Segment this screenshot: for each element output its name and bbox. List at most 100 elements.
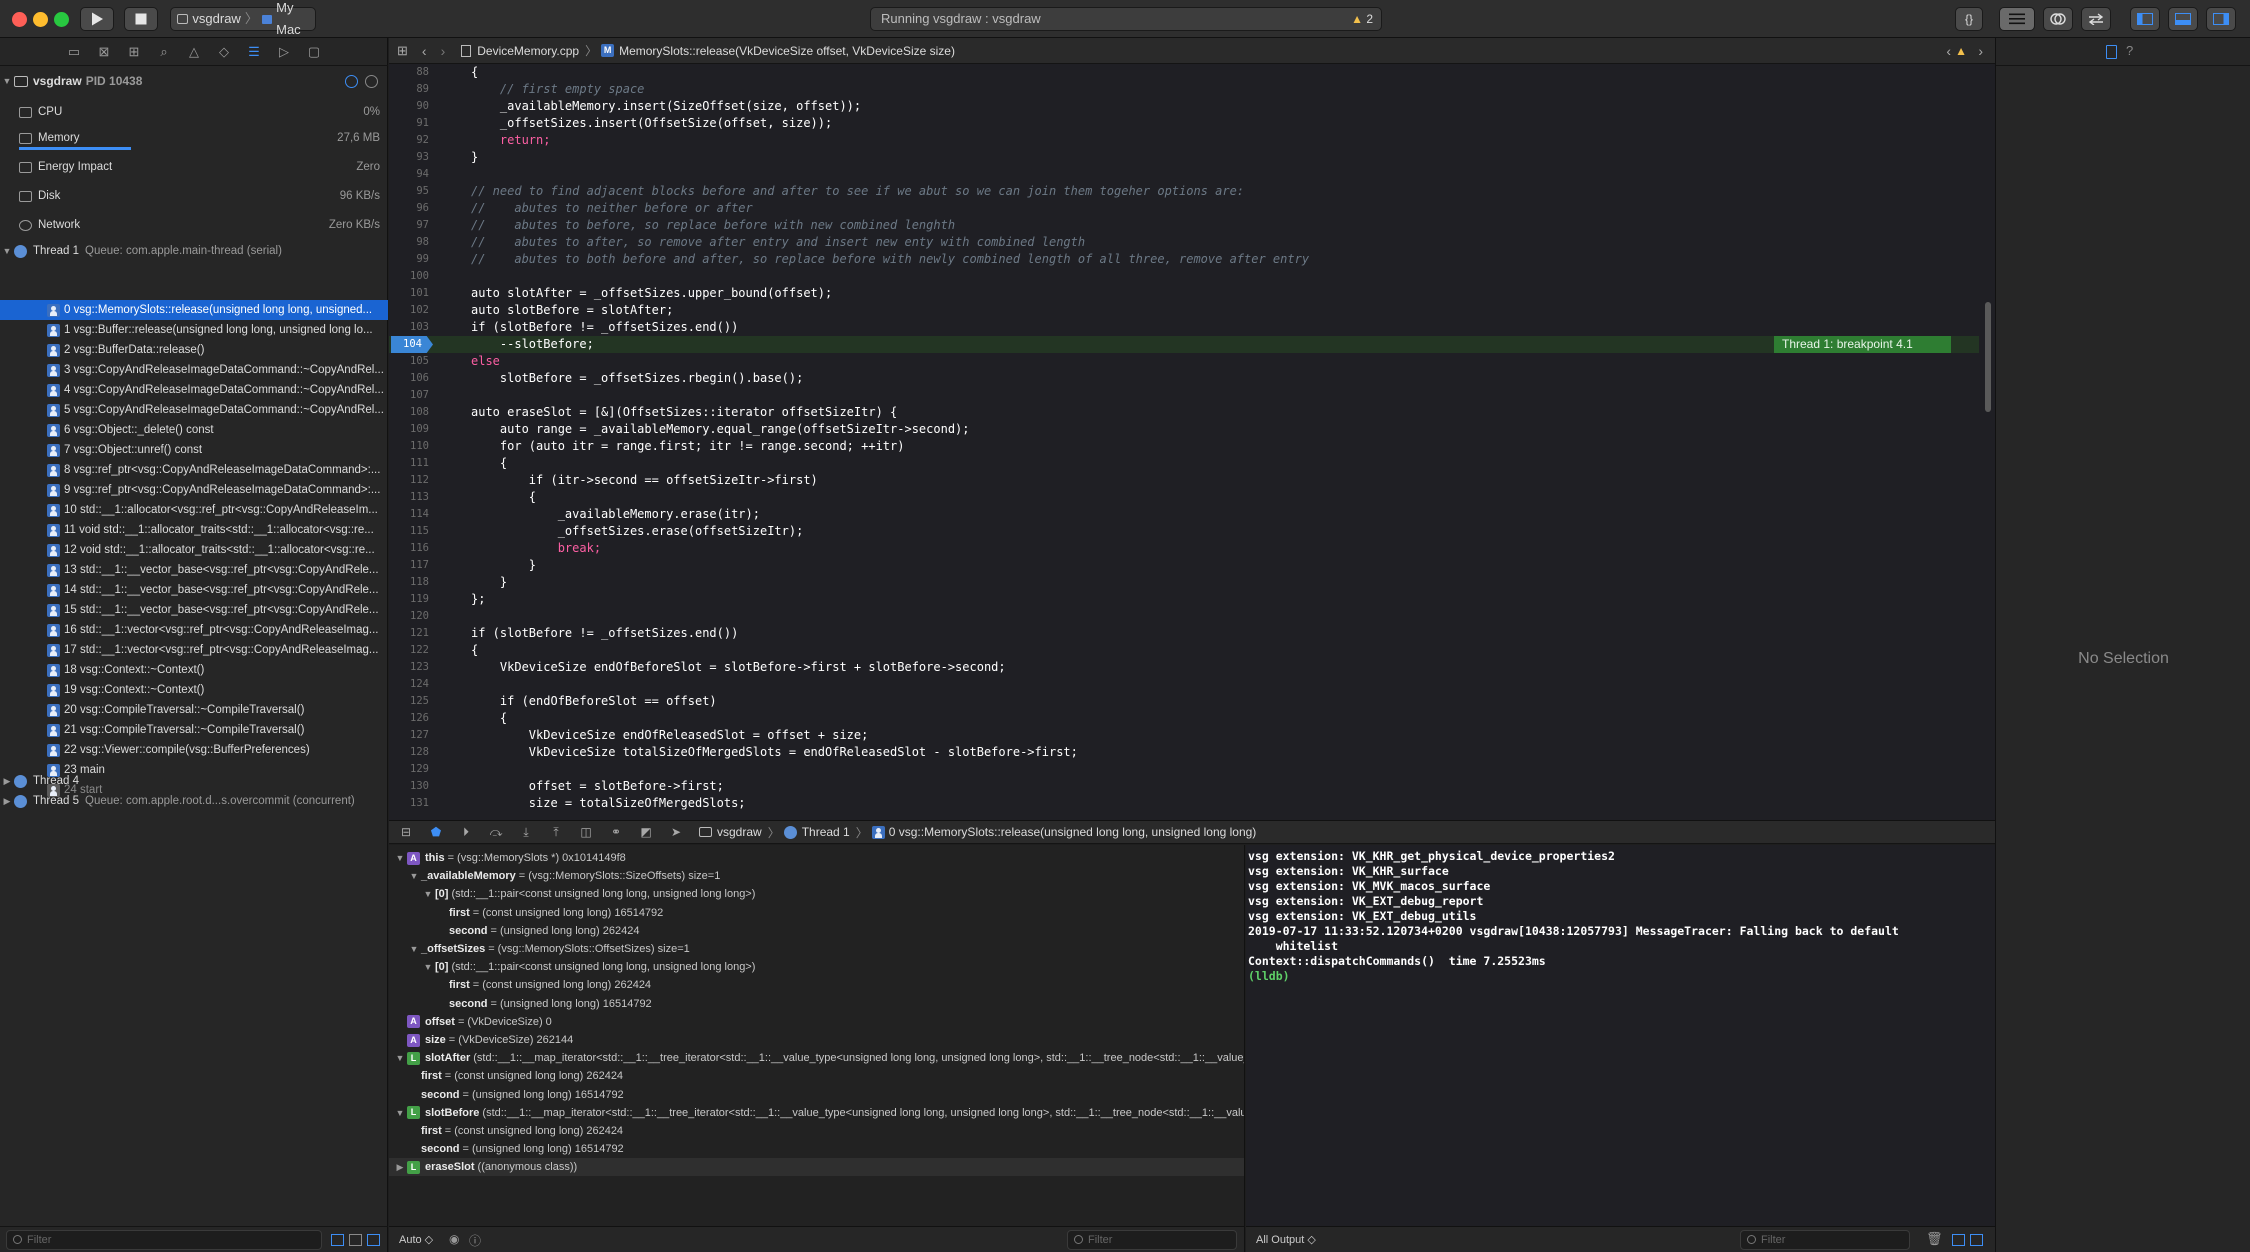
output-selector[interactable]: All Output ◇ <box>1256 1233 1316 1246</box>
assistant-editor-button[interactable] <box>2043 7 2073 31</box>
disclosure-open-icon[interactable]: ▼ <box>393 853 407 863</box>
disclosure-closed-icon[interactable]: ▶ <box>0 796 14 807</box>
variable-row[interactable]: ▶ LeraseSlot ((anonymous class)) <box>389 1158 1244 1177</box>
crumb-frame[interactable]: 0 vsg::MemorySlots::release(unsigned lon… <box>889 825 1257 839</box>
disclosure-open-icon[interactable]: ▼ <box>421 962 435 972</box>
code-line[interactable]: 113 { <box>389 489 1979 506</box>
code-line[interactable]: 124 <box>389 676 1979 693</box>
stack-frame-row[interactable]: 9 vsg::ref_ptr<vsg::CopyAndReleaseImageD… <box>0 480 388 500</box>
variable-row[interactable]: second = (unsigned long long) 16514792 <box>389 995 1244 1013</box>
close-window-button[interactable] <box>12 12 27 27</box>
simulate-location-icon[interactable]: ➤ <box>667 824 685 840</box>
breakpoint-navigator-icon[interactable]: ▷ <box>276 44 292 60</box>
trash-icon[interactable]: 🗑 <box>1926 1231 1943 1247</box>
view-process-by-thread-icon[interactable] <box>345 74 358 88</box>
stack-frame-row[interactable]: 21 vsg::CompileTraversal::~CompileTraver… <box>0 720 388 740</box>
code-line[interactable]: 112 if (itr->second == offsetSizeItr->fi… <box>389 472 1979 489</box>
back-icon[interactable]: ‹ <box>422 43 427 59</box>
variable-row[interactable]: first = (const unsigned long long) 262424 <box>389 1067 1244 1085</box>
variables-filter-input[interactable]: Filter <box>1067 1230 1237 1250</box>
debug-navigator-icon[interactable]: ☰ <box>246 44 262 60</box>
issue-icon[interactable]: △ <box>186 44 202 60</box>
code-line[interactable]: 119}; <box>389 591 1979 608</box>
show-variables-icon[interactable] <box>1952 1234 1965 1246</box>
thread-1-row[interactable]: ▼ Thread 1 Queue: com.apple.main-thread … <box>0 241 388 261</box>
disclosure-closed-icon[interactable]: ▶ <box>393 1162 407 1173</box>
report-icon[interactable]: ▢ <box>306 44 322 60</box>
code-line[interactable]: 97 // abutes to before, so replace before… <box>389 217 1979 234</box>
stack-frame-row[interactable]: 12 void std::__1::allocator_traits<std::… <box>0 540 388 560</box>
code-line[interactable]: 100 <box>389 268 1979 285</box>
previous-issue-icon[interactable]: ‹ <box>1946 43 1951 59</box>
toggle-navigator-button[interactable] <box>2130 7 2160 31</box>
gauge-energy-impact[interactable]: Energy Impact Zero <box>0 156 388 178</box>
scope-selector[interactable]: Auto ◇ <box>399 1233 433 1246</box>
code-line[interactable]: 89 // first empty space <box>389 81 1979 98</box>
code-line[interactable]: 121 if (slotBefore != _offsetSizes.end()) <box>389 625 1979 642</box>
step-out-icon[interactable]: ⤒ <box>547 824 565 840</box>
navigator-filter-input[interactable]: Filter <box>6 1230 322 1250</box>
code-line[interactable]: 88 { <box>389 64 1979 81</box>
stack-frame-row[interactable]: 7 vsg::Object::unref() const <box>0 440 388 460</box>
code-line[interactable]: 130 offset = slotBefore->first; <box>389 778 1979 795</box>
code-line[interactable]: 104 Thread 1: breakpoint 4.1 --slotBefore… <box>389 336 1979 353</box>
code-line[interactable]: 129 <box>389 761 1979 778</box>
toggle-inspector-button[interactable] <box>2206 7 2236 31</box>
next-issue-icon[interactable]: › <box>1978 43 1983 59</box>
stack-frame-row[interactable]: 15 std::__1::__vector_base<vsg::ref_ptr<… <box>0 600 388 620</box>
process-row[interactable]: ▼ vsgdraw PID 10438 <box>0 68 388 94</box>
warning-indicator[interactable]: ▲ 2 <box>1351 8 1373 30</box>
run-button[interactable] <box>80 7 114 31</box>
variable-row[interactable]: second = (unsigned long long) 16514792 <box>389 1086 1244 1104</box>
variable-row[interactable]: Aoffset = (VkDeviceSize) 0 <box>389 1013 1244 1031</box>
code-line[interactable]: 95 // need to find adjacent blocks before… <box>389 183 1979 200</box>
minimize-window-button[interactable] <box>33 12 48 27</box>
code-line[interactable]: 106 slotBefore = _offsetSizes.rbegin().b… <box>389 370 1979 387</box>
source-editor[interactable]: 88{89 // first empty space 90 _availableM… <box>389 64 1995 820</box>
variable-row[interactable]: ▼ [0] (std::__1::pair<const unsigned long … <box>389 958 1244 976</box>
search-icon[interactable]: ⌕ <box>156 44 172 60</box>
code-line[interactable]: 103 if (slotBefore != _offsetSizes.end()) <box>389 319 1979 336</box>
help-icon[interactable]: ? <box>2126 43 2133 58</box>
filter-debug-symbols-icon[interactable] <box>367 1234 380 1246</box>
stack-frame-row[interactable]: 3 vsg::CopyAndReleaseImageDataCommand::~… <box>0 360 388 380</box>
breakpoints-toggle-icon[interactable]: ⬟ <box>427 824 445 840</box>
breakpoint-marker[interactable]: 104 <box>391 336 433 353</box>
code-line[interactable]: 117 } <box>389 557 1979 574</box>
code-line[interactable]: 98 // abutes to after, so remove after en… <box>389 234 1979 251</box>
disclosure-open-icon[interactable]: ▼ <box>0 246 14 256</box>
stack-frame-row[interactable]: 6 vsg::Object::_delete() const <box>0 420 388 440</box>
stack-frame-row[interactable]: 11 void std::__1::allocator_traits<std::… <box>0 520 388 540</box>
code-line[interactable]: 126 { <box>389 710 1979 727</box>
disclosure-open-icon[interactable]: ▼ <box>421 889 435 899</box>
crumb-target[interactable]: vsgdraw <box>717 825 762 839</box>
scheme-selector[interactable]: vsgdraw 〉 My Mac <box>170 0 316 37</box>
thread-5-row[interactable]: ▶ Thread 5 Queue: com.apple.root.d...s.o… <box>0 791 388 811</box>
filter-frames-icon[interactable] <box>349 1234 362 1246</box>
code-line[interactable]: 131 size = totalSizeOfMergedSlots; <box>389 795 1979 812</box>
code-line[interactable]: 90 _availableMemory.insert(SizeOffset(si… <box>389 98 1979 115</box>
code-line[interactable]: 127 VkDeviceSize endOfReleasedSlot = off… <box>389 727 1979 744</box>
stack-frame-row[interactable]: 16 std::__1::vector<vsg::ref_ptr<vsg::Co… <box>0 620 388 640</box>
stack-frame-row[interactable]: 19 vsg::Context::~Context() <box>0 680 388 700</box>
code-line[interactable]: 91 _offsetSizes.insert(OffsetSize(offset… <box>389 115 1979 132</box>
variable-row[interactable]: second = (unsigned long long) 262424 <box>389 922 1244 940</box>
code-line[interactable]: 120 <box>389 608 1979 625</box>
disclosure-open-icon[interactable]: ▼ <box>407 944 421 954</box>
stack-frame-row[interactable]: 20 vsg::CompileTraversal::~CompileTraver… <box>0 700 388 720</box>
stack-frame-row[interactable]: 18 vsg::Context::~Context() <box>0 660 388 680</box>
console-view[interactable]: vsg extension: VK_KHR_get_physical_devic… <box>1246 845 1995 1226</box>
stack-frame-row[interactable]: 17 std::__1::vector<vsg::ref_ptr<vsg::Co… <box>0 640 388 660</box>
variable-row[interactable]: ▼ _offsetSizes = (vsg::MemorySlots::Offset… <box>389 940 1244 958</box>
variable-row[interactable]: ▼ LslotAfter (std::__1::__map_iterator<std… <box>389 1049 1244 1067</box>
source-control-icon[interactable]: ⊠ <box>96 44 112 60</box>
editor-scrollbar[interactable] <box>1985 302 1991 412</box>
disclosure-closed-icon[interactable]: ▶ <box>0 776 14 787</box>
code-line[interactable]: 93} <box>389 149 1979 166</box>
disclosure-open-icon[interactable]: ▼ <box>407 871 421 881</box>
stop-button[interactable] <box>124 7 158 31</box>
options-icon[interactable] <box>365 74 378 88</box>
warning-icon[interactable]: ▲ <box>1955 44 1967 58</box>
code-line[interactable]: 118 } <box>389 574 1979 591</box>
gauge-network[interactable]: Network Zero KB/s <box>0 214 388 236</box>
